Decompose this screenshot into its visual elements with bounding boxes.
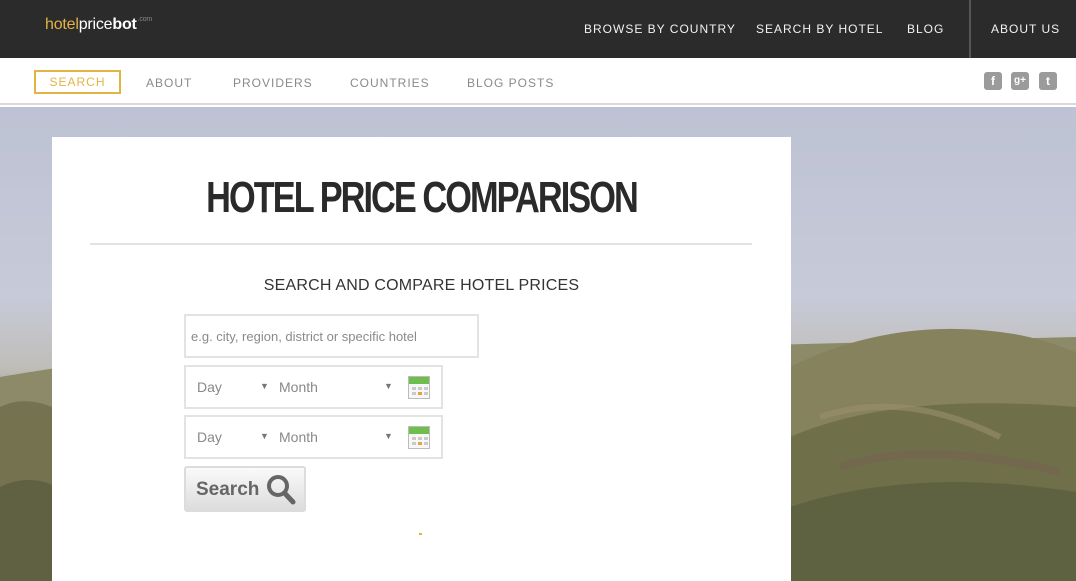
nav-blog[interactable]: BLOG	[907, 22, 944, 36]
logo-suffix: .com	[137, 16, 153, 23]
calendar-icon[interactable]	[408, 426, 430, 449]
loading-indicator	[419, 533, 422, 535]
title-divider	[90, 243, 752, 245]
nav-search-by-hotel[interactable]: SEARCH BY HOTEL	[756, 22, 883, 36]
chevron-down-icon: ▼	[384, 431, 393, 441]
secondary-nav-bar: SEARCH ABOUT PROVIDERS COUNTRIES BLOG PO…	[0, 58, 1076, 105]
logo-part: hotel	[45, 16, 79, 33]
chevron-down-icon: ▼	[260, 381, 269, 391]
destination-field	[184, 314, 479, 358]
nav-browse-by-country[interactable]: BROWSE BY COUNTRY	[584, 22, 736, 36]
facebook-icon[interactable]: f	[984, 72, 1002, 90]
search-icon	[267, 475, 296, 505]
subnav-countries[interactable]: COUNTRIES	[350, 76, 430, 90]
chevron-down-icon: ▼	[384, 381, 393, 391]
logo-part: price	[78, 16, 113, 33]
checkout-month-select[interactable]: Month	[279, 429, 318, 445]
search-button-label: Search	[196, 479, 260, 500]
subnav-blog-posts[interactable]: BLOG POSTS	[467, 76, 554, 90]
google-plus-icon[interactable]: g+	[1011, 72, 1029, 90]
checkout-date-picker: Day ▼ Month ▼	[184, 415, 443, 459]
chevron-down-icon: ▼	[260, 431, 269, 441]
logo-part: bot	[112, 16, 137, 33]
search-button[interactable]: Search	[184, 466, 306, 512]
checkout-day-select[interactable]: Day	[197, 429, 222, 445]
calendar-icon[interactable]	[408, 376, 430, 399]
page-title: HOTEL PRICE COMPARISON	[206, 173, 639, 222]
top-header: hotelpricebot.com BROWSE BY COUNTRY SEAR…	[0, 0, 1076, 58]
checkin-month-select[interactable]: Month	[279, 379, 318, 395]
twitter-icon[interactable]: t	[1039, 72, 1057, 90]
subnav-about[interactable]: ABOUT	[146, 76, 192, 90]
subnav-providers[interactable]: PROVIDERS	[233, 76, 313, 90]
subnav-search[interactable]: SEARCH	[34, 70, 121, 94]
logo[interactable]: hotelpricebot.com	[45, 16, 152, 34]
destination-input[interactable]	[186, 316, 477, 356]
nav-divider	[969, 0, 971, 58]
nav-about-us[interactable]: ABOUT US	[991, 22, 1060, 36]
search-subtitle: SEARCH AND COMPARE HOTEL PRICES	[263, 277, 580, 294]
checkin-date-picker: Day ▼ Month ▼	[184, 365, 443, 409]
checkin-day-select[interactable]: Day	[197, 379, 222, 395]
search-card: HOTEL PRICE COMPARISON SEARCH AND COMPAR…	[52, 137, 791, 581]
